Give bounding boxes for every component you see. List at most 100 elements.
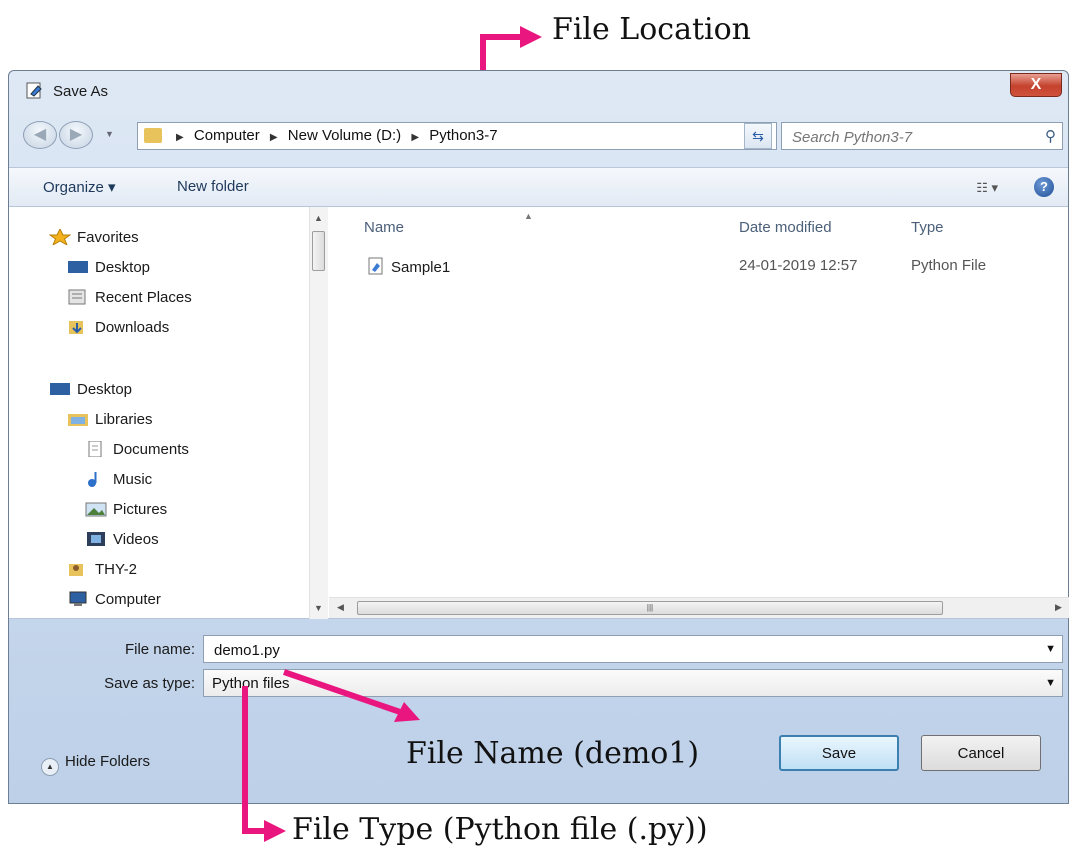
hide-folders-label: Hide Folders xyxy=(65,753,151,770)
toolbar: Organize ▾ New folder ☷ ▾ ? xyxy=(9,167,1068,207)
videos-icon xyxy=(87,532,105,546)
window-title: Save As xyxy=(53,83,109,100)
close-button[interactable]: X xyxy=(1010,73,1062,97)
nav-item-label: Recent Places xyxy=(95,289,192,306)
nav-favorites[interactable]: Favorites xyxy=(49,229,139,246)
forward-arrow-icon: ▶ xyxy=(69,126,83,143)
annotation-arrow-location-horizontal xyxy=(480,34,524,40)
save-as-dialog: Save As X ◀ ▶ ▼ ▶ Computer ▶ New Volume … xyxy=(8,70,1069,804)
scroll-up-icon[interactable]: ▲ xyxy=(314,213,323,223)
breadcrumb-python[interactable]: Python3-7 xyxy=(429,127,497,144)
file-name-label: File name: xyxy=(124,641,195,658)
nav-pictures[interactable]: Pictures xyxy=(85,501,167,518)
nav-desktop-label: Desktop xyxy=(77,381,133,398)
file-name-dropdown-icon[interactable]: ▼ xyxy=(1045,643,1056,655)
change-view-icon[interactable]: ☷ ▾ xyxy=(976,180,998,196)
nav-item-label: Videos xyxy=(113,531,159,548)
nav-favorites-desktop[interactable]: Desktop xyxy=(67,259,150,276)
back-arrow-icon: ◀ xyxy=(33,126,47,143)
search-box: ⚲ xyxy=(781,122,1063,150)
pictures-icon xyxy=(85,502,107,517)
documents-icon xyxy=(88,441,102,457)
breadcrumb: ▶ Computer ▶ New Volume (D:) ▶ Python3-7 xyxy=(170,127,498,144)
nav-thy-label: THY-2 xyxy=(95,561,137,578)
nav-desktop[interactable]: Desktop xyxy=(49,381,132,398)
nav-item-label: Pictures xyxy=(113,501,168,518)
nav-documents[interactable]: Documents xyxy=(85,441,189,458)
libraries-icon xyxy=(68,414,88,426)
breadcrumb-computer[interactable]: Computer xyxy=(194,127,260,144)
help-icon[interactable]: ? xyxy=(1034,177,1054,197)
refresh-icon: ⇆ xyxy=(752,128,764,144)
navigation-pane: Favorites Desktop Recent Places Download… xyxy=(9,207,329,619)
column-header-date[interactable]: Date modified xyxy=(739,219,832,236)
cancel-button[interactable]: Cancel xyxy=(921,735,1041,771)
column-header-type[interactable]: Type xyxy=(911,219,944,236)
annotation-arrow-file-name xyxy=(283,669,420,722)
scroll-left-icon[interactable]: ◀ xyxy=(337,602,344,613)
breadcrumb-new-volume[interactable]: New Volume (D:) xyxy=(288,127,401,144)
sort-ascending-icon: ▲ xyxy=(524,211,533,221)
nav-recent-places[interactable]: Recent Places xyxy=(67,289,192,306)
star-icon xyxy=(49,229,71,245)
file-name-input[interactable] xyxy=(212,637,816,663)
annotation-file-location: File Location xyxy=(552,12,751,47)
scroll-down-icon[interactable]: ▼ xyxy=(314,603,323,613)
annotation-arrowhead-location xyxy=(520,26,542,48)
file-name-text: Sample1 xyxy=(391,259,451,276)
nav-downloads[interactable]: Downloads xyxy=(67,319,169,336)
breadcrumb-separator-icon: ▶ xyxy=(269,132,278,143)
annotation-arrow-type-vertical xyxy=(242,686,248,834)
nav-item-label: Downloads xyxy=(95,319,170,336)
nav-vertical-scrollbar[interactable]: ▲ ▼ xyxy=(309,207,328,619)
annotation-arrowhead-type xyxy=(264,820,286,842)
organize-button[interactable]: Organize ▾ xyxy=(43,178,116,196)
folder-icon xyxy=(144,128,162,143)
save-as-icon xyxy=(26,82,42,99)
annotation-file-name: File Name (demo1) xyxy=(406,736,700,771)
user-folder-icon xyxy=(69,564,83,576)
nav-libraries[interactable]: Libraries xyxy=(67,411,153,428)
file-name-combo: ▼ xyxy=(203,635,1063,663)
file-date-cell: 24-01-2019 12:57 xyxy=(739,257,858,274)
title-bar: Save As X xyxy=(9,71,1068,111)
forward-button[interactable]: ▶ xyxy=(59,121,93,149)
save-button[interactable]: Save xyxy=(779,735,899,771)
nav-libraries-label: Libraries xyxy=(95,411,153,428)
nav-music[interactable]: Music xyxy=(85,471,152,488)
content-area: Favorites Desktop Recent Places Download… xyxy=(9,207,1069,619)
refresh-button[interactable]: ⇆ xyxy=(744,123,772,149)
save-type-dropdown-icon[interactable]: ▼ xyxy=(1045,677,1056,689)
new-folder-button[interactable]: New folder xyxy=(177,178,249,195)
annotation-file-type: File Type (Python file (.py)) xyxy=(292,812,708,847)
nav-videos[interactable]: Videos xyxy=(85,531,159,548)
computer-icon xyxy=(69,591,87,606)
nav-item-label: Desktop xyxy=(95,259,151,276)
downloads-icon xyxy=(69,321,83,334)
nav-scroll-thumb[interactable] xyxy=(312,231,325,271)
search-icon[interactable]: ⚲ xyxy=(1045,127,1056,145)
nav-computer-label: Computer xyxy=(95,591,161,608)
desktop-icon xyxy=(50,383,70,395)
nav-computer[interactable]: Computer xyxy=(67,591,161,608)
file-horizontal-scrollbar[interactable]: ◀ ||| ▶ xyxy=(329,597,1069,618)
save-type-label: Save as type: xyxy=(104,675,195,692)
nav-thy[interactable]: THY-2 xyxy=(67,561,137,578)
file-type-cell: Python File xyxy=(911,257,987,274)
file-scroll-thumb[interactable]: ||| xyxy=(357,601,943,615)
file-name-cell: Sample1 xyxy=(367,257,450,276)
nav-item-label: Documents xyxy=(113,441,189,458)
nav-favorites-label: Favorites xyxy=(77,229,139,246)
file-list: ▲ Name Date modified Type Sample1 24-01-… xyxy=(329,207,1069,618)
scroll-right-icon[interactable]: ▶ xyxy=(1055,602,1062,613)
search-input[interactable] xyxy=(790,124,1034,150)
nav-item-label: Music xyxy=(113,471,153,488)
breadcrumb-separator-icon: ▶ xyxy=(411,132,420,143)
hide-folders-button[interactable]: ▲ Hide Folders xyxy=(41,753,150,776)
address-bar[interactable]: ▶ Computer ▶ New Volume (D:) ▶ Python3-7… xyxy=(137,122,777,150)
recent-pages-chevron-icon[interactable]: ▼ xyxy=(105,129,114,139)
back-button[interactable]: ◀ xyxy=(23,121,57,149)
navigation-row: ◀ ▶ ▼ ▶ Computer ▶ New Volume (D:) ▶ Pyt… xyxy=(9,115,1068,155)
column-header-name[interactable]: Name xyxy=(364,219,404,236)
collapse-up-icon: ▲ xyxy=(41,758,59,776)
